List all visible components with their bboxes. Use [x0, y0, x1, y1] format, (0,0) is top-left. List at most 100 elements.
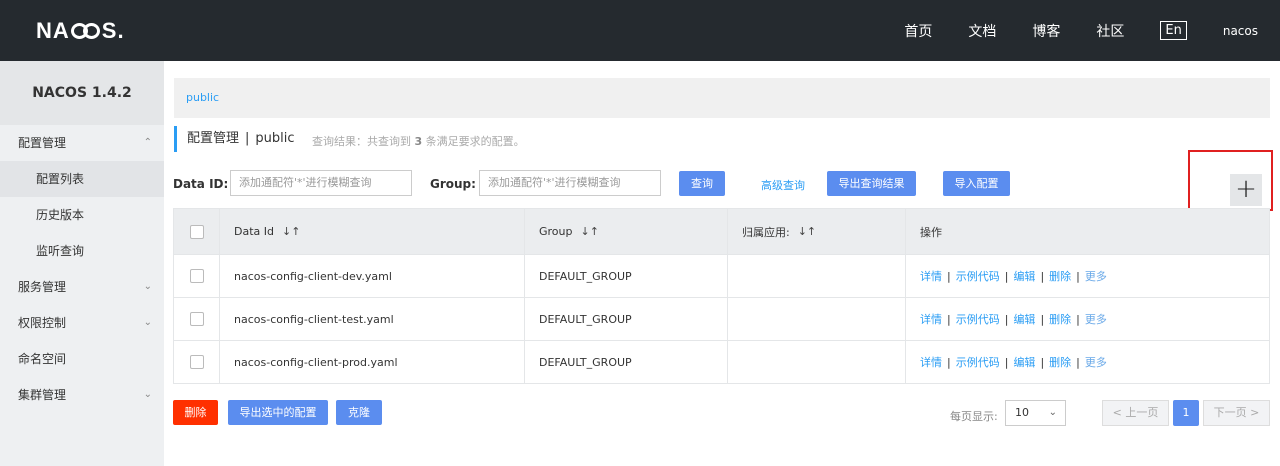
header-group[interactable]: Group ↓↑	[525, 209, 728, 254]
op-separator: |	[947, 269, 951, 283]
group-input[interactable]: 添加通配符'*'进行模糊查询	[479, 170, 661, 196]
chevron-down-icon: ⌄	[1048, 407, 1057, 418]
cell-data-id: nacos-config-client-test.yaml	[220, 298, 525, 340]
export-results-button[interactable]: 导出查询结果	[827, 171, 916, 196]
cell-group: DEFAULT_GROUP	[525, 255, 728, 297]
detail-link[interactable]: 详情	[920, 354, 942, 370]
clone-button[interactable]: 克隆	[336, 400, 382, 425]
version-label: NACOS 1.4.2	[0, 61, 164, 125]
table-row: nacos-config-client-dev.yaml DEFAULT_GRO…	[174, 254, 1269, 297]
group-label: Group:	[430, 177, 476, 191]
more-link[interactable]: 更多	[1085, 268, 1107, 284]
sidebar-menu: 配置管理 ⌃ 配置列表 历史版本 监听查询 服务管理 ⌄ 权限控制 ⌄ 命名空间…	[0, 125, 164, 413]
table-header: Data Id ↓↑ Group ↓↑ 归属应用: ↓↑ 操作	[174, 209, 1269, 254]
advanced-query-link[interactable]: 高级查询	[761, 177, 805, 193]
sidebar-item-config-list[interactable]: 配置列表	[0, 161, 164, 197]
result-count: 3	[414, 135, 423, 148]
edit-link[interactable]: 编辑	[1013, 311, 1035, 327]
delete-link[interactable]: 删除	[1049, 311, 1071, 327]
chevron-up-icon: ⌃	[143, 137, 152, 148]
sidebar: NACOS 1.4.2 配置管理 ⌃ 配置列表 历史版本 监听查询 服务管理 ⌄…	[0, 61, 164, 466]
per-page-value: 10	[1015, 406, 1029, 419]
sort-icon[interactable]: ↓↑	[581, 225, 599, 238]
prev-page-button[interactable]: < 上一页	[1102, 400, 1169, 426]
next-page-button[interactable]: 下一页 >	[1203, 400, 1270, 426]
sidebar-group-cluster[interactable]: 集群管理 ⌄	[0, 377, 164, 413]
table-row: nacos-config-client-prod.yaml DEFAULT_GR…	[174, 340, 1269, 383]
more-link[interactable]: 更多	[1085, 354, 1107, 370]
edit-link[interactable]: 编辑	[1013, 268, 1035, 284]
sidebar-item-namespace[interactable]: 命名空间	[0, 341, 164, 377]
export-selected-button[interactable]: 导出选中的配置	[228, 400, 328, 425]
select-all-checkbox[interactable]	[189, 224, 204, 239]
more-link[interactable]: 更多	[1085, 311, 1107, 327]
nacos-logo[interactable]: NA S.	[36, 18, 125, 44]
cell-actions: 详情 | 示例代码 | 编辑 | 删除 | 更多	[906, 341, 1269, 383]
nav-community[interactable]: 社区	[1096, 21, 1124, 41]
chevron-down-icon: ⌄	[143, 281, 152, 292]
language-toggle-button[interactable]: En	[1160, 21, 1187, 40]
op-separator: |	[1004, 269, 1009, 283]
sidebar-item-listener[interactable]: 监听查询	[0, 233, 164, 269]
sample-code-link[interactable]: 示例代码	[956, 354, 1000, 370]
op-separator: |	[947, 355, 951, 369]
op-separator: |	[1076, 312, 1080, 326]
cell-actions: 详情 | 示例代码 | 编辑 | 删除 | 更多	[906, 255, 1269, 297]
delete-button[interactable]: 删除	[173, 400, 218, 425]
cell-data-id: nacos-config-client-dev.yaml	[220, 255, 525, 297]
add-config-button[interactable]: +	[1230, 174, 1262, 206]
top-nav: 首页 文档 博客 社区 En nacos	[904, 0, 1280, 61]
delete-link[interactable]: 删除	[1049, 268, 1071, 284]
page-title-text: 配置管理	[187, 131, 240, 146]
sidebar-group-label: 配置管理	[18, 136, 67, 150]
op-separator: |	[1076, 355, 1080, 369]
table-row: nacos-config-client-test.yaml DEFAULT_GR…	[174, 297, 1269, 340]
result-suffix: 条满足要求的配置。	[425, 135, 525, 148]
page-title-namespace: public	[255, 131, 295, 146]
query-button[interactable]: 查询	[679, 171, 725, 196]
chevron-left-icon: <	[1112, 406, 1126, 419]
config-table: Data Id ↓↑ Group ↓↑ 归属应用: ↓↑ 操作 nacos-confi…	[173, 208, 1270, 384]
edit-link[interactable]: 编辑	[1013, 354, 1035, 370]
data-id-input[interactable]: 添加通配符'*'进行模糊查询	[230, 170, 412, 196]
cell-group: DEFAULT_GROUP	[525, 298, 728, 340]
cell-app	[728, 298, 906, 340]
op-separator: |	[1004, 355, 1009, 369]
import-config-button[interactable]: 导入配置	[943, 171, 1010, 196]
nav-docs[interactable]: 文档	[968, 21, 996, 41]
op-separator: |	[947, 312, 951, 326]
cell-app	[728, 341, 906, 383]
prev-label: 上一页	[1125, 406, 1159, 419]
sidebar-group-label: 服务管理	[18, 280, 67, 294]
detail-link[interactable]: 详情	[920, 268, 942, 284]
per-page-select[interactable]: 10 ⌄	[1005, 400, 1066, 426]
result-summary: 查询结果：共查询到 3 条满足要求的配置。	[312, 133, 525, 149]
sidebar-item-history[interactable]: 历史版本	[0, 197, 164, 233]
chevron-down-icon: ⌄	[143, 317, 152, 328]
sample-code-link[interactable]: 示例代码	[956, 311, 1000, 327]
header-label: 归属应用:	[742, 225, 790, 239]
page-number-1[interactable]: 1	[1173, 400, 1199, 426]
namespace-link-public[interactable]: public	[186, 91, 219, 104]
user-name[interactable]: nacos	[1223, 24, 1258, 38]
sidebar-group-label: 集群管理	[18, 388, 67, 402]
delete-link[interactable]: 删除	[1049, 354, 1071, 370]
sort-icon[interactable]: ↓↑	[798, 225, 816, 238]
cell-actions: 详情 | 示例代码 | 编辑 | 删除 | 更多	[906, 298, 1269, 340]
sample-code-link[interactable]: 示例代码	[956, 268, 1000, 284]
header-data-id[interactable]: Data Id ↓↑	[220, 209, 525, 254]
nav-blog[interactable]: 博客	[1032, 21, 1060, 41]
sidebar-group-service[interactable]: 服务管理 ⌄	[0, 269, 164, 305]
sidebar-group-auth[interactable]: 权限控制 ⌄	[0, 305, 164, 341]
main-content: public 配置管理 | public 查询结果：共查询到 3 条满足要求的配置。…	[164, 61, 1280, 466]
op-separator: |	[1040, 269, 1045, 283]
nav-home[interactable]: 首页	[904, 21, 932, 41]
row-checkbox[interactable]	[189, 269, 204, 283]
header-app[interactable]: 归属应用: ↓↑	[728, 209, 906, 254]
sort-icon[interactable]: ↓↑	[282, 225, 300, 238]
row-checkbox[interactable]	[189, 312, 204, 326]
row-checkbox[interactable]	[189, 355, 204, 369]
top-header: NA S. 首页 文档 博客 社区 En nacos	[0, 0, 1280, 61]
sidebar-group-config[interactable]: 配置管理 ⌃	[0, 125, 164, 161]
detail-link[interactable]: 详情	[920, 311, 942, 327]
